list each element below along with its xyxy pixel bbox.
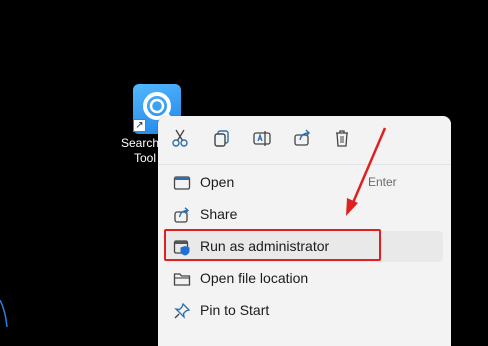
open-window-icon	[173, 174, 191, 192]
menu-item-pin-to-start[interactable]: Pin to Start	[164, 295, 443, 326]
menu-item-open-file-location[interactable]: Open file location	[164, 263, 443, 294]
trash-icon[interactable]	[332, 128, 356, 152]
menu-item-label: Open	[200, 174, 235, 190]
quick-actions-bar	[158, 116, 451, 160]
scissors-icon[interactable]	[170, 128, 194, 152]
rename-icon[interactable]	[252, 128, 276, 152]
menu-item-share[interactable]: Share	[164, 199, 443, 230]
menu-item-open[interactable]: Open Enter	[164, 167, 443, 198]
shortcut-arrow-icon: ↗	[133, 119, 146, 132]
share-icon[interactable]	[292, 128, 316, 152]
menu-item-label: Share	[200, 206, 238, 222]
menu-item-label: Open file location	[200, 270, 309, 286]
pin-icon	[173, 302, 191, 320]
menu-item-shortcut: Enter	[368, 175, 397, 189]
share-icon	[173, 206, 191, 224]
copy-icon[interactable]	[212, 128, 236, 152]
annotation-highlight-box	[164, 229, 381, 261]
menu-item-label: Pin to Start	[200, 302, 270, 318]
folder-icon	[173, 270, 191, 288]
desktop-edge-glow	[0, 300, 8, 327]
menu-separator	[158, 164, 451, 165]
